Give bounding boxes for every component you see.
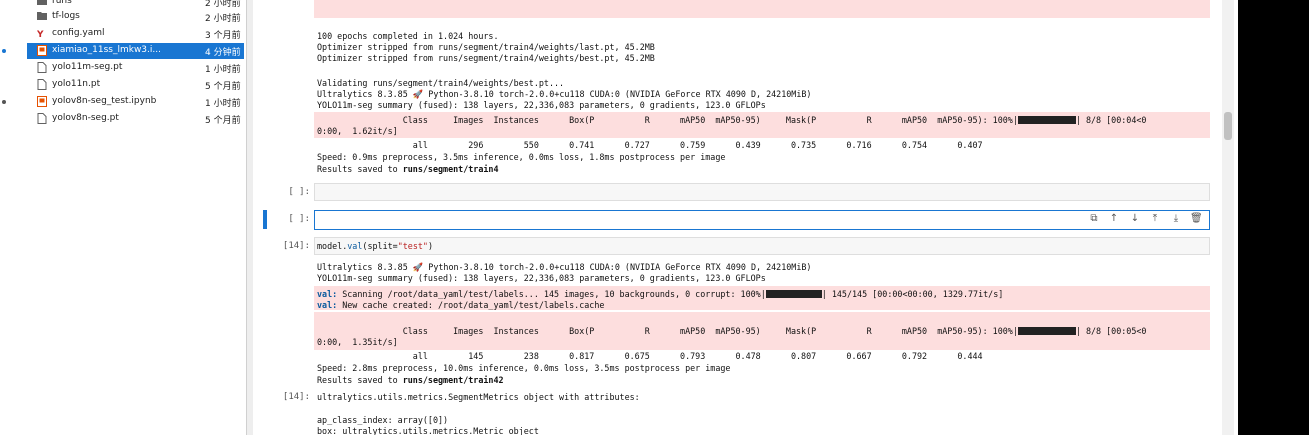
insert-below-icon[interactable]: ⤓ — [1170, 213, 1182, 225]
active-cell-indicator — [263, 210, 267, 229]
stderr-output-tail — [314, 0, 1210, 18]
file-item[interactable]: tf-logs 2 小时前 — [27, 9, 244, 25]
screen-border — [1238, 0, 1309, 435]
move-down-icon[interactable]: ↓ — [1129, 213, 1141, 225]
file-modified: 2 小时前 — [205, 14, 241, 24]
notebook-icon — [37, 96, 47, 107]
file-icon — [37, 79, 47, 90]
file-item[interactable]: Yconfig.yaml 3 个月前 — [27, 26, 244, 42]
duplicate-cell-icon[interactable]: ⧉ — [1088, 213, 1100, 225]
progress-bar — [765, 290, 822, 298]
output-line: Optimizer stripped from runs/segment/tra… — [317, 42, 655, 52]
cell-prompt: [14]: — [282, 241, 310, 251]
file-modified: 1 小时前 — [205, 99, 241, 109]
code-line[interactable]: model.val(split="test") — [317, 241, 433, 251]
scan-line: val: Scanning /root/data_yaml/test/label… — [317, 289, 1004, 299]
move-up-icon[interactable]: ↑ — [1108, 213, 1120, 225]
running-indicator-icon — [2, 49, 6, 53]
cache-line: val: New cache created: /root/data_yaml/… — [317, 300, 605, 310]
file-name: tf-logs — [52, 11, 80, 21]
file-modified: 1 小时前 — [205, 65, 241, 75]
results-saved-line: Results saved to runs/segment/train42 — [317, 375, 504, 385]
cell-prompt: [ ]: — [288, 187, 310, 197]
output-prompt: [14]: — [282, 392, 310, 402]
running-indicator-icon — [2, 100, 6, 104]
output-line: YOLO11m-seg summary (fused): 138 layers,… — [317, 273, 766, 283]
svg-text:Y: Y — [37, 30, 44, 38]
output-line: Ultralytics 8.3.85 🚀 Python-3.8.10 torch… — [317, 262, 812, 272]
metrics-header-wrap: 0:00, 1.62it/s] — [317, 126, 398, 136]
file-item[interactable]: xiamiao_11ss_lmkw3.i... 4 分钟前 — [2, 43, 244, 59]
delete-cell-icon[interactable]: 🗑 — [1190, 213, 1203, 225]
code-cell-input-empty[interactable] — [314, 183, 1210, 201]
file-modified: 3 个月前 — [205, 31, 241, 41]
file-icon — [37, 62, 47, 73]
cell-prompt: [ ]: — [288, 214, 310, 224]
metrics-header: Class Images Instances Box(P R mAP50 mAP… — [317, 326, 1147, 336]
insert-above-icon[interactable]: ⤒ — [1149, 213, 1161, 225]
jupyterlab-window: runs 2 小时前 tf-logs 2 小时前 Yconfig.yaml 3 个月前 xi… — [0, 0, 1238, 435]
code-cell-input-active[interactable] — [314, 210, 1210, 230]
metrics-row-all: all 296 550 0.741 0.727 0.759 0.439 0.73… — [317, 140, 983, 150]
metrics-row-all: all 145 238 0.817 0.675 0.793 0.478 0.80… — [317, 351, 983, 361]
yaml-icon: Y — [36, 28, 47, 40]
notebook-icon — [37, 45, 47, 56]
result-line: box: ultralytics.utils.metrics.Metric ob… — [317, 426, 539, 435]
file-name: yolo11m-seg.pt — [52, 62, 123, 72]
result-line: ultralytics.utils.metrics.SegmentMetrics… — [317, 392, 640, 402]
file-name: yolo11n.pt — [52, 79, 101, 89]
results-saved-line: Results saved to runs/segment/train4 — [317, 164, 499, 174]
file-item[interactable]: yolo11n.pt 5 个月前 — [27, 77, 244, 93]
file-icon — [37, 113, 47, 124]
output-line: Optimizer stripped from runs/segment/tra… — [317, 53, 655, 63]
file-item[interactable]: yolo11m-seg.pt 1 小时前 — [27, 60, 244, 76]
file-name: yolov8n-seg.pt — [52, 113, 119, 123]
output-line: Ultralytics 8.3.85 🚀 Python-3.8.10 torch… — [317, 89, 812, 99]
result-line: ap_class_index: array([0]) — [317, 415, 449, 425]
file-browser: runs 2 小时前 tf-logs 2 小时前 Yconfig.yaml 3 个月前 xi… — [0, 0, 247, 435]
output-line: Validating runs/segment/train4/weights/b… — [317, 78, 565, 88]
speed-line: Speed: 0.9ms preprocess, 3.5ms inference… — [317, 152, 726, 162]
file-modified: 4 分钟前 — [205, 48, 241, 58]
progress-bar — [1017, 116, 1076, 124]
speed-line: Speed: 2.8ms preprocess, 10.0ms inferenc… — [317, 363, 731, 373]
code-cell-input[interactable] — [314, 237, 1210, 255]
file-item[interactable]: yolov8n-seg_test.ipynb 1 小时前 — [2, 94, 244, 110]
file-modified: 5 个月前 — [205, 116, 241, 126]
file-name: config.yaml — [52, 28, 105, 38]
progress-bar — [1017, 327, 1076, 335]
notebook-scrollbar[interactable] — [1222, 0, 1234, 435]
output-line: 100 epochs completed in 1.024 hours. — [317, 31, 499, 41]
file-name: runs — [52, 0, 72, 6]
metrics-header-wrap: 0:00, 1.35it/s] — [317, 337, 398, 347]
scrollbar-thumb[interactable] — [1224, 112, 1232, 140]
folder-icon — [37, 0, 47, 7]
file-modified: 2 小时前 — [205, 0, 241, 9]
file-modified: 5 个月前 — [205, 82, 241, 92]
file-name: yolov8n-seg_test.ipynb — [52, 96, 157, 106]
output-line: YOLO11m-seg summary (fused): 138 layers,… — [317, 100, 766, 110]
file-name: xiamiao_11ss_lmkw3.i... — [52, 45, 161, 55]
metrics-header: Class Images Instances Box(P R mAP50 mAP… — [317, 115, 1147, 125]
folder-icon — [37, 11, 47, 22]
file-item[interactable]: yolov8n-seg.pt 5 个月前 — [27, 111, 244, 127]
